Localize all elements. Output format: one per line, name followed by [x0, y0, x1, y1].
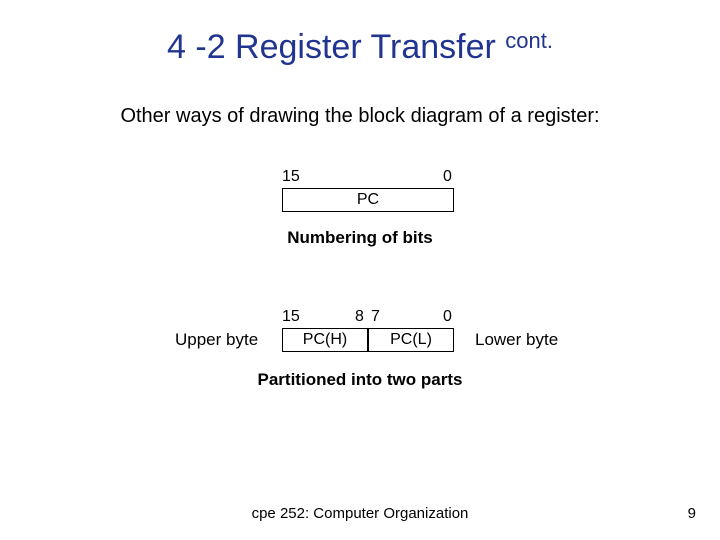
- fig1-register-box: PC: [282, 188, 454, 212]
- title-superscript: cont.: [505, 28, 553, 53]
- fig1-bit-right: 0: [443, 168, 452, 186]
- fig2-bit-15: 15: [282, 308, 300, 326]
- fig2-caption: Partitioned into two parts: [0, 370, 720, 390]
- fig1-register-label: PC: [357, 191, 379, 209]
- subtitle: Other ways of drawing the block diagram …: [0, 105, 720, 128]
- slide: 4 -2 Register Transfer cont. Other ways …: [0, 0, 720, 540]
- fig2-high-label: PC(H): [303, 331, 347, 349]
- fig2-bit-7: 7: [371, 308, 380, 326]
- fig2-bit-0: 0: [443, 308, 452, 326]
- fig2-left-label: Upper byte: [175, 330, 258, 350]
- fig2-high-box: PC(H): [282, 328, 368, 352]
- footer-text: cpe 252: Computer Organization: [0, 505, 720, 522]
- fig1-bit-left: 15: [282, 168, 300, 186]
- title-main: 4 -2 Register Transfer: [167, 28, 505, 66]
- slide-title: 4 -2 Register Transfer cont.: [0, 28, 720, 67]
- fig2-bit-8: 8: [355, 308, 364, 326]
- fig1-caption: Numbering of bits: [0, 228, 720, 248]
- fig2-right-label: Lower byte: [475, 330, 558, 350]
- page-number: 9: [688, 505, 696, 522]
- fig2-low-label: PC(L): [390, 331, 432, 349]
- fig2-low-box: PC(L): [368, 328, 454, 352]
